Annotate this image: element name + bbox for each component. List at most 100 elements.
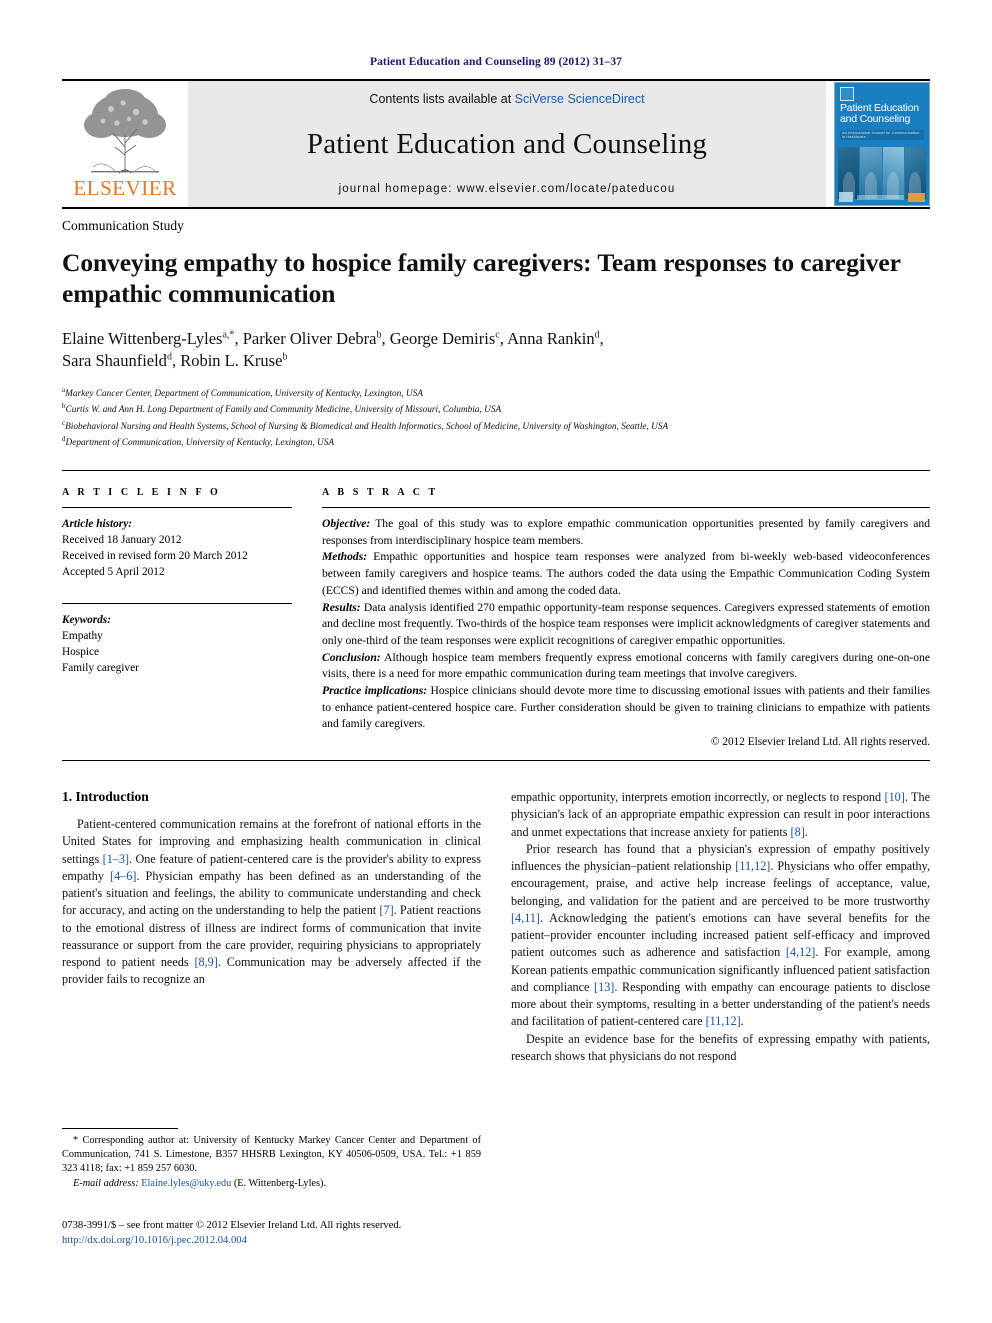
footnote-block: * Corresponding author at: University of… (62, 1134, 481, 1191)
contents-prefix: Contents lists available at (369, 92, 512, 106)
keywords-block: Keywords: Empathy Hospice Family caregiv… (62, 612, 292, 676)
abstract-section-label: Objective: (322, 517, 371, 531)
author-list: Elaine Wittenberg-Lylesa,*, Parker Olive… (62, 328, 930, 374)
affiliation-item: cBiobehavioral Nursing and Health System… (62, 418, 930, 434)
masthead-bottom-rule (62, 207, 930, 209)
keywords-label: Keywords: (62, 614, 111, 627)
doi-link[interactable]: http://dx.doi.org/10.1016/j.pec.2012.04.… (62, 1233, 522, 1248)
abstract-section-text: Empathic opportunities and hospice team … (322, 550, 930, 597)
abstract-section-text: Although hospice team members frequently… (322, 650, 930, 681)
paragraph: empathic opportunity, interprets emotion… (511, 790, 930, 839)
body-column-left: 1. Introduction Patient-centered communi… (62, 789, 481, 1065)
author-entry: George Demirisc, (389, 328, 508, 348)
cover-footer-text-bar (857, 194, 904, 200)
affiliation-text: Markey Cancer Center, Department of Comm… (65, 389, 423, 400)
journal-title: Patient Education and Counseling (306, 128, 708, 160)
elsevier-wordmark: ELSEVIER (73, 176, 177, 200)
author-affiliation-mark[interactable]: b (282, 352, 287, 363)
cover-header: Patient Education and Counseling An Inte… (835, 83, 929, 143)
affiliation-text: Biobehavioral Nursing and Health Systems… (65, 421, 669, 432)
affiliation-item: bCurtis W. and Ann H. Long Department of… (62, 401, 930, 417)
running-head: Patient Education and Counseling 89 (201… (369, 56, 623, 68)
imprint-block: 0738-3991/$ – see front matter © 2012 El… (62, 1218, 522, 1248)
abstract-section-text: Data analysis identified 270 empathic op… (322, 600, 931, 647)
abstract-body: Objective: The goal of this study was to… (322, 516, 930, 733)
corresponding-author-note: * Corresponding author at: University of… (62, 1135, 481, 1175)
article-history-label: Article history: (62, 518, 132, 531)
author-name: Parker Oliver Debra (242, 328, 377, 348)
journal-masthead: ELSEVIER Contents lists available at Sci… (62, 79, 930, 207)
page-title: Conveying empathy to hospice family care… (62, 248, 901, 308)
author-affiliation-mark[interactable]: c (495, 329, 499, 340)
author-entry: Elaine Wittenberg-Lylesa,*, (62, 328, 243, 348)
author-entry: Anna Rankind, (507, 328, 604, 348)
email-label: E-mail address: (73, 1177, 139, 1189)
affiliation-text: Curtis W. and Ann H. Long Department of … (65, 405, 502, 416)
abstract-rule (322, 507, 930, 509)
paragraph: Patient-centered communication remains a… (62, 817, 482, 987)
footnote-rule (62, 1128, 178, 1129)
author-name: Robin L. Kruse (180, 351, 283, 371)
affiliation-list: aMarkey Cancer Center, Department of Com… (62, 385, 930, 450)
history-item: Received in revised form 20 March 2012 (62, 550, 248, 563)
abstract-section: Results: Data analysis identified 270 em… (322, 600, 930, 650)
cover-subtitle: An International Journal for Communicati… (840, 130, 924, 141)
author-entry: Parker Oliver Debrab, (242, 328, 390, 348)
history-item: Received 18 January 2012 (62, 534, 182, 547)
author-affiliation-mark[interactable]: d (167, 352, 172, 363)
abstract-bottom-rule (62, 760, 930, 762)
body-column-right: empathic opportunity, interprets emotion… (511, 789, 930, 1065)
contents-available-line: Contents lists available at SciVerse Sci… (369, 92, 644, 106)
abstract-column: A B S T R A C T Objective: The goal of t… (322, 487, 930, 748)
abstract-section-text: The goal of this study was to explore em… (322, 517, 930, 547)
body-columns: 1. Introduction Patient-centered communi… (62, 789, 930, 1065)
abstract-section-label: Methods: (322, 550, 368, 564)
journal-article-page: Patient Education and Counseling 89 (201… (0, 0, 992, 1323)
article-info-heading: A R T I C L E I N F O (62, 487, 221, 499)
keyword-item: Hospice (62, 646, 100, 659)
journal-cover-thumbnail: Patient Education and Counseling An Inte… (826, 81, 930, 207)
author-affiliation-mark[interactable]: a,* (222, 329, 234, 340)
abstract-section: Conclusion: Although hospice team member… (322, 650, 930, 683)
cover-elsevier-icon (840, 87, 854, 101)
abstract-heading: A B S T R A C T (322, 487, 439, 499)
author-name: Anna Rankin (507, 328, 595, 348)
author-affiliation-mark[interactable]: b (376, 329, 381, 340)
keywords-rule (62, 603, 292, 605)
issn-copyright-line: 0738-3991/$ – see front matter © 2012 El… (62, 1220, 402, 1231)
cover-society-logo-icon (839, 192, 853, 202)
email-link[interactable]: Elaine.lyles@uky.edu (141, 1178, 231, 1189)
email-note: E-mail address: Elaine.lyles@uky.edu (E.… (62, 1177, 481, 1191)
journal-banner: Contents lists available at SciVerse Sci… (188, 81, 826, 207)
elsevier-logo: ELSEVIER (62, 81, 188, 207)
sciencedirect-link[interactable]: SciVerse ScienceDirect (515, 92, 645, 106)
abstract-section-label: Practice implications: (322, 683, 428, 697)
paragraph: Despite an evidence base for the benefit… (511, 1031, 930, 1064)
affiliation-text: Department of Communication, University … (65, 437, 335, 448)
footnote-region: * Corresponding author at: University of… (62, 1128, 481, 1191)
abstract-section: Methods: Empathic opportunities and hosp… (322, 549, 930, 599)
author-name: George Demiris (389, 328, 496, 348)
abstract-section-label: Conclusion: (322, 650, 381, 664)
body-text-right: empathic opportunity, interprets emotion… (511, 789, 930, 1065)
cover-title: Patient Education and Counseling (840, 102, 919, 126)
email-owner: (E. Wittenberg-Lyles). (233, 1177, 327, 1189)
affiliation-item: aMarkey Cancer Center, Department of Com… (62, 385, 930, 401)
info-abstract-region: A R T I C L E I N F O Article history: R… (62, 470, 930, 748)
paragraph: Prior research has found that a physicia… (511, 841, 930, 1029)
journal-homepage-link[interactable]: journal homepage: www.elsevier.com/locat… (339, 183, 676, 195)
article-history-block: Article history: Received 18 January 201… (62, 516, 292, 580)
keyword-item: Family caregiver (62, 662, 139, 675)
author-entry: Robin L. Kruseb (180, 351, 287, 370)
author-affiliation-mark[interactable]: d (595, 329, 600, 340)
article-info-column: A R T I C L E I N F O Article history: R… (62, 487, 292, 748)
cover-footer-logos (839, 192, 925, 202)
body-text-left: Patient-centered communication remains a… (62, 816, 481, 989)
article-type-label: Communication Study (62, 218, 184, 233)
author-entry: Sara Shaunfieldd, (62, 351, 181, 371)
affiliation-item: dDepartment of Communication, University… (62, 434, 930, 450)
elsevier-tree-icon (84, 89, 166, 174)
author-name: Sara Shaunfield (62, 351, 167, 371)
section-heading-introduction: 1. Introduction (62, 789, 149, 805)
abstract-section: Practice implications: Hospice clinician… (322, 683, 930, 733)
